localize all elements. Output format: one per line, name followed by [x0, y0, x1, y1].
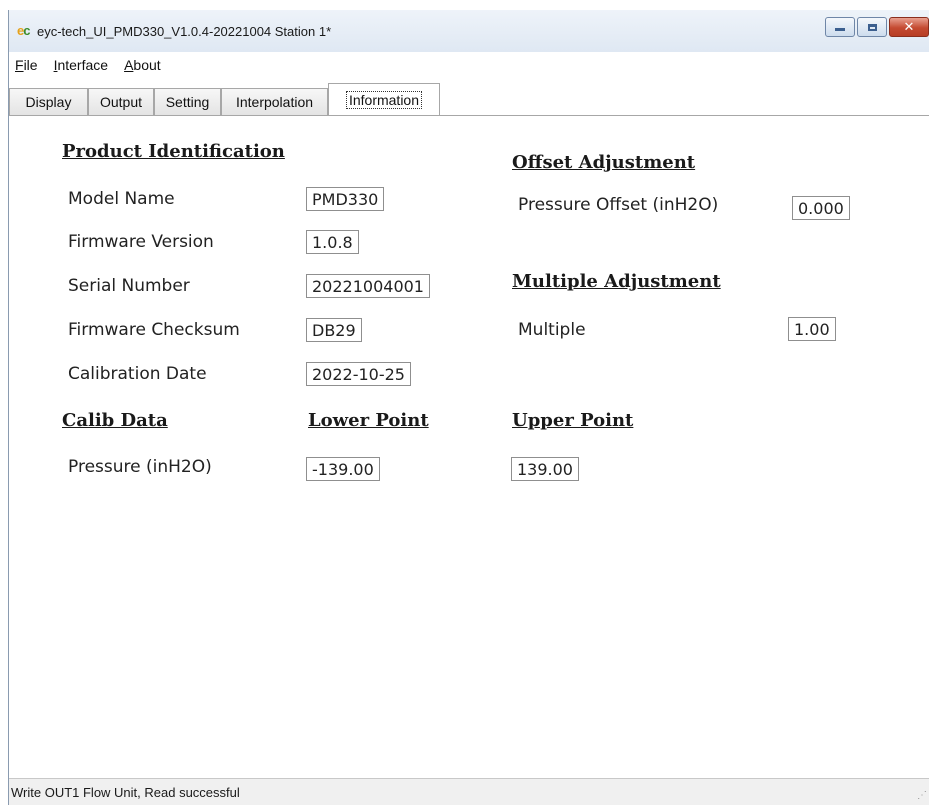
calibration-date-label: Calibration Date: [68, 364, 207, 384]
minimize-icon: [835, 28, 845, 31]
tab-output[interactable]: Output: [88, 88, 154, 115]
product-identification-heading: Product Identification: [62, 141, 285, 162]
tab-information[interactable]: Information: [328, 83, 440, 116]
serial-number-field: 20221004001: [306, 274, 430, 298]
multiple-adjustment-heading: Multiple Adjustment: [512, 271, 721, 292]
lower-point-heading: Lower Point: [308, 410, 429, 431]
offset-adjustment-heading: Offset Adjustment: [512, 152, 696, 173]
firmware-version-field: 1.0.8: [306, 230, 359, 254]
maximize-button[interactable]: [857, 17, 887, 37]
tab-setting[interactable]: Setting: [154, 88, 221, 115]
model-name-field: PMD330: [306, 187, 385, 211]
calibration-date-field: 2022-10-25: [306, 362, 411, 386]
minimize-button[interactable]: [825, 17, 855, 37]
firmware-checksum-field: DB29: [306, 318, 362, 342]
information-panel: Product Identification Model Name PMD330…: [9, 116, 929, 779]
app-window: ec eyc-tech_UI_PMD330_V1.0.4-20221004 St…: [8, 10, 929, 805]
menu-file[interactable]: File: [9, 57, 46, 73]
firmware-checksum-label: Firmware Checksum: [68, 320, 240, 340]
status-text: Write OUT1 Flow Unit, Read successful: [11, 784, 240, 800]
menu-about[interactable]: About: [116, 57, 169, 73]
close-icon: ✕: [903, 19, 915, 35]
pressure-offset-label: Pressure Offset (inH2O): [518, 195, 719, 215]
firmware-version-label: Firmware Version: [68, 232, 214, 252]
menu-bar: File Interface About: [9, 52, 929, 78]
multiple-field[interactable]: 1.00: [788, 317, 836, 341]
tab-interpolation[interactable]: Interpolation: [221, 88, 328, 115]
tab-display[interactable]: Display: [9, 88, 88, 115]
multiple-label: Multiple: [518, 320, 586, 340]
pressure-label: Pressure (inH2O): [68, 457, 212, 477]
upper-point-heading: Upper Point: [512, 410, 634, 431]
model-name-label: Model Name: [68, 189, 175, 209]
calib-data-heading: Calib Data: [62, 410, 168, 431]
title-bar[interactable]: ec eyc-tech_UI_PMD330_V1.0.4-20221004 St…: [9, 10, 929, 52]
eyc-app-icon[interactable]: ec: [17, 23, 31, 38]
maximize-icon: [867, 23, 877, 31]
lower-point-pressure-field: -139.00: [306, 457, 380, 481]
window-title: eyc-tech_UI_PMD330_V1.0.4-20221004 Stati…: [37, 24, 332, 39]
menu-interface[interactable]: Interface: [46, 57, 116, 73]
tab-strip: Display Output Setting Interpolation Inf…: [9, 79, 929, 116]
upper-point-pressure-field: 139.00: [511, 457, 579, 481]
status-bar: Write OUT1 Flow Unit, Read successful ⋰: [9, 778, 929, 805]
close-button[interactable]: ✕: [889, 17, 929, 37]
serial-number-label: Serial Number: [68, 276, 190, 296]
resize-grip-icon[interactable]: ⋰: [917, 790, 927, 801]
window-controls: ✕: [823, 17, 929, 39]
pressure-offset-field[interactable]: 0.000: [792, 196, 850, 220]
